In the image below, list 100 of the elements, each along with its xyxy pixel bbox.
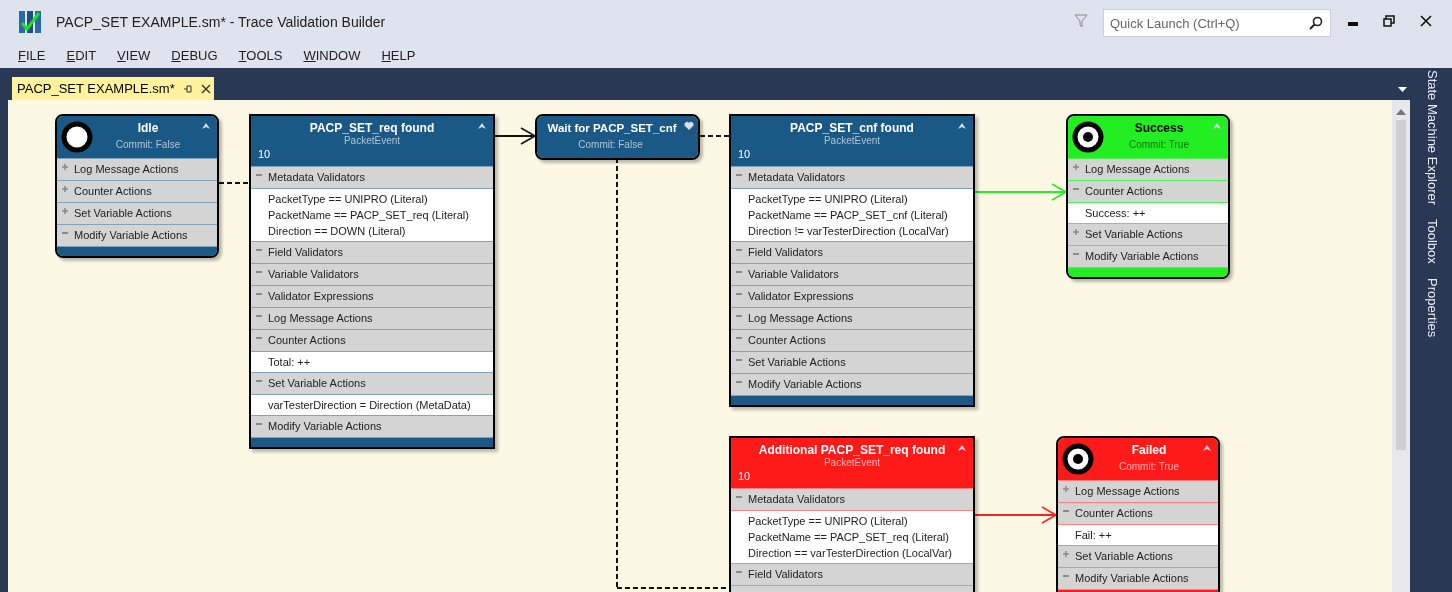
section-header[interactable]: Metadata Validators xyxy=(251,166,493,188)
close-icon[interactable] xyxy=(200,83,211,94)
expand-section-icon[interactable] xyxy=(1073,229,1079,235)
node-subtitle: Commit: False xyxy=(577,138,644,151)
section-header[interactable]: Set Variable Actions xyxy=(251,372,493,394)
initial-state-icon xyxy=(61,121,93,153)
expand-section-icon[interactable] xyxy=(1063,486,1069,492)
expand-section-icon[interactable] xyxy=(62,186,68,192)
filter-icon[interactable] xyxy=(1074,14,1088,28)
node-title: Failed xyxy=(1130,442,1168,458)
dropdown-arrow-icon[interactable] xyxy=(1398,87,1407,92)
section-line: Direction == varTesterDirection (LocalVar) xyxy=(747,546,953,561)
pin-icon[interactable] xyxy=(182,83,193,94)
collapse-icon[interactable] xyxy=(957,443,967,453)
node-title: Wait for PACP_SET_cnf xyxy=(546,121,678,136)
node-card[interactable]: Success Commit: True Log Message Actions Counter Actions Success: ++ Set Variable Actions Modify Variable Actions xyxy=(1066,114,1230,279)
section-header[interactable]: Variable Validators xyxy=(251,263,493,285)
collapse-icon[interactable] xyxy=(957,121,967,131)
section-header[interactable]: Log Message Actions xyxy=(57,158,217,180)
section-header[interactable]: Variable Validators xyxy=(731,263,973,285)
document-tab[interactable]: PACP_SET EXAMPLE.sm* xyxy=(12,77,214,100)
expand-section-icon[interactable] xyxy=(1073,164,1079,170)
section-header[interactable]: Set Variable Actions xyxy=(57,202,217,224)
node-priority: 10 xyxy=(258,147,271,162)
section-header[interactable]: Metadata Validators xyxy=(731,166,973,188)
close-icon[interactable] xyxy=(1420,15,1432,27)
node-priority: 10 xyxy=(738,469,751,484)
side-panel-tab[interactable]: Properties xyxy=(1422,277,1442,338)
section-header[interactable]: Log Message Actions xyxy=(1058,480,1218,502)
section-header[interactable]: Counter Actions xyxy=(731,329,973,351)
node-subtitle: PacketEvent xyxy=(822,457,882,469)
section-header[interactable]: Modify Variable Actions xyxy=(731,373,973,395)
section-header[interactable]: Log Message Actions xyxy=(1068,158,1228,180)
node-subtitle: PacketEvent xyxy=(342,135,402,147)
scroll-up-icon[interactable] xyxy=(1396,109,1406,115)
menu-item[interactable]: DEBUG xyxy=(171,46,218,66)
expand-section-icon[interactable] xyxy=(1063,551,1069,557)
section-header[interactable]: Set Variable Actions xyxy=(731,351,973,373)
section-header[interactable]: Field Validators xyxy=(251,241,493,263)
vertical-scrollbar[interactable] xyxy=(1392,100,1410,592)
section-line: Fail: ++ xyxy=(1074,528,1113,543)
section-line: PacketName == PACP_SET_cnf (Literal) xyxy=(747,208,949,223)
search-icon[interactable] xyxy=(1309,16,1323,30)
section-header[interactable]: Modify Variable Actions xyxy=(57,224,217,246)
section-line: PacketType == UNIPRO (Literal) xyxy=(747,192,909,207)
restore-icon[interactable] xyxy=(1383,15,1395,27)
section-line: Direction != varTesterDirection (LocalVar) xyxy=(747,224,950,239)
expand-section-icon[interactable] xyxy=(62,164,68,170)
side-panel-tab[interactable]: State Machine Explorer xyxy=(1422,70,1442,206)
section-header[interactable]: Set Variable Actions xyxy=(1068,223,1228,245)
node-title: Success xyxy=(1133,120,1185,136)
section-line: PacketType == UNIPRO (Literal) xyxy=(267,192,429,207)
section-header[interactable]: Field Validators xyxy=(731,563,973,585)
side-panel-tab[interactable]: Toolbox xyxy=(1422,219,1442,264)
menu-item[interactable]: HELP xyxy=(381,46,416,66)
section-header[interactable]: Counter Actions xyxy=(1068,180,1228,202)
section-header[interactable]: Field Validators xyxy=(731,241,973,263)
node-card[interactable]: Idle Commit: False Log Message Actions Counter Actions Set Variable Actions Modify Variable Actions xyxy=(55,114,219,258)
quick-launch-field[interactable]: Quick Launch (Ctrl+Q) xyxy=(1103,9,1331,37)
heart-icon[interactable] xyxy=(684,121,694,131)
section-header[interactable]: Counter Actions xyxy=(1058,502,1218,524)
node-subtitle: Commit: False xyxy=(114,138,182,151)
section-header[interactable]: Set Variable Actions xyxy=(1058,545,1218,567)
node-title: Additional PACP_SET_req found xyxy=(757,442,947,458)
app-logo-icon xyxy=(18,10,42,34)
node-priority: 10 xyxy=(738,147,751,162)
menu-item[interactable]: TOOLS xyxy=(238,46,283,66)
menu-item[interactable]: EDIT xyxy=(66,46,97,66)
menu-item[interactable]: FILE xyxy=(18,46,46,66)
node-subtitle: Commit: True xyxy=(1118,460,1180,473)
section-header[interactable]: Modify Variable Actions xyxy=(251,415,493,437)
node-card[interactable] xyxy=(729,114,975,407)
section-header[interactable]: Modify Variable Actions xyxy=(1058,567,1218,589)
collapse-icon[interactable] xyxy=(477,121,487,131)
section-header[interactable]: Validator Expressions xyxy=(731,285,973,307)
section-header[interactable]: Log Message Actions xyxy=(731,307,973,329)
scrollbar-thumb[interactable] xyxy=(1396,120,1406,450)
section-header[interactable]: Log Message Actions xyxy=(251,307,493,329)
node-card[interactable] xyxy=(249,114,495,449)
node-title: Idle xyxy=(136,120,160,136)
node-title: PACP_SET_req found xyxy=(308,120,436,136)
section-line: PacketName == PACP_SET_req (Literal) xyxy=(747,530,950,545)
section-header[interactable]: Validator Expressions xyxy=(251,285,493,307)
node-card[interactable]: Additional PACP_SET_req found PacketEvent 10 Metadata Validators PacketType == UNIPRO (Literal) PacketName == PACP_SET_req (Literal) Direction == varTesterDirection (LocalVar) Field Validators xyxy=(729,436,975,592)
node-card[interactable]: Failed Commit: True Log Message Actions Counter Actions Fail: ++ Set Variable Actions Modify Variable Actions xyxy=(1056,436,1220,592)
section-header[interactable]: Counter Actions xyxy=(251,329,493,351)
menu-item[interactable]: WINDOW xyxy=(303,46,361,66)
node-card[interactable]: Wait for PACP_SET_cnf Commit: False xyxy=(535,114,700,160)
section-header[interactable]: Metadata Validators xyxy=(731,488,973,510)
section-header[interactable]: Modify Variable Actions xyxy=(1068,245,1228,267)
expand-section-icon[interactable] xyxy=(62,208,68,214)
menu-item[interactable]: VIEW xyxy=(117,46,151,66)
section-line: Success: ++ xyxy=(1084,206,1147,221)
section-header[interactable]: Counter Actions xyxy=(57,180,217,202)
node-title: PACP_SET_cnf found xyxy=(789,120,915,136)
node-subtitle: PacketEvent xyxy=(822,134,882,147)
section-line: Total: ++ xyxy=(267,355,312,370)
collapse-icon[interactable] xyxy=(1202,443,1212,453)
collapse-icon[interactable] xyxy=(201,121,211,131)
node-subtitle: Commit: True xyxy=(1128,138,1190,151)
